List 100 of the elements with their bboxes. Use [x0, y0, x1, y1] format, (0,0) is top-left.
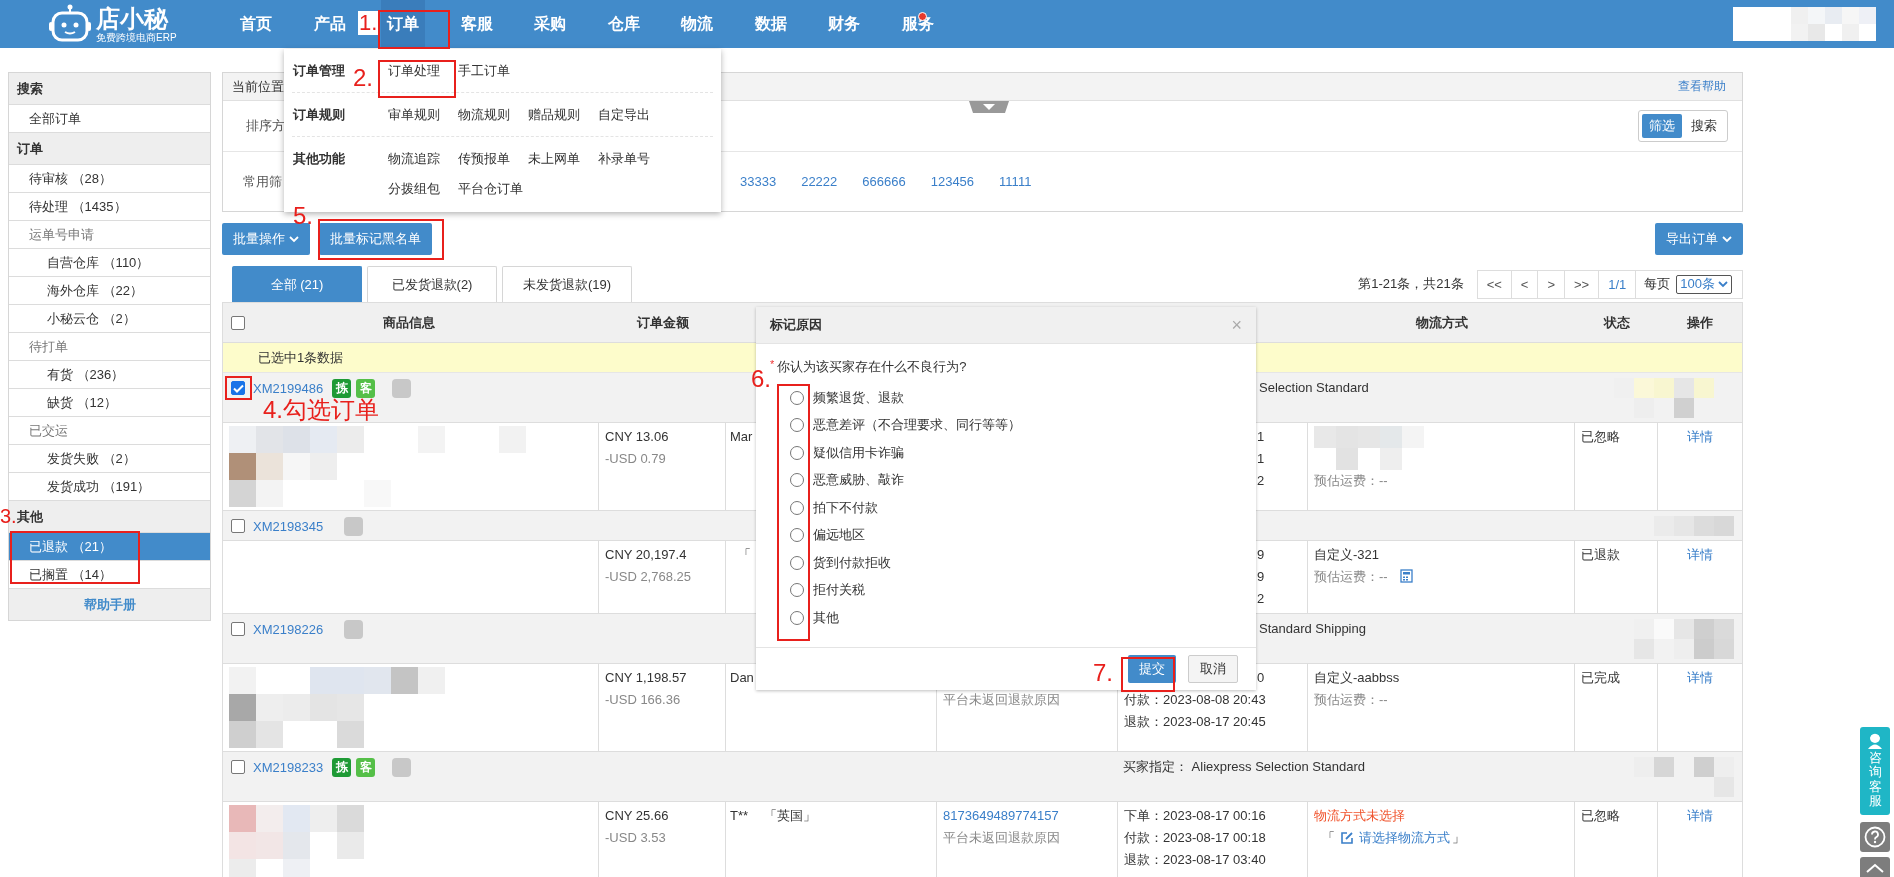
menu-item[interactable]: 分拨组包	[388, 180, 440, 198]
help-link[interactable]: 查看帮助	[1678, 78, 1726, 95]
order-time: 9	[1257, 568, 1266, 586]
refund-amount: -USD 3.53	[605, 829, 667, 847]
page-button[interactable]: >>	[1565, 270, 1600, 298]
sidebar-item[interactable]: 海外仓库 （22）	[9, 277, 210, 305]
consult-label: 咨询客服	[1868, 751, 1882, 809]
logo-tagline: 免费跨境电商ERP	[96, 31, 177, 43]
details-link[interactable]: 详情	[1664, 426, 1736, 448]
select-shipping-link[interactable]: 请选择物流方式	[1359, 827, 1450, 849]
help-link[interactable]: 帮助手册	[9, 589, 210, 620]
order-time: 1	[1257, 428, 1266, 446]
menu-item[interactable]: 赠品规则	[528, 106, 580, 124]
logo-name: 店小秘	[96, 5, 170, 32]
step-label: 3.	[0, 504, 17, 529]
details-link[interactable]: 详情	[1664, 805, 1736, 827]
batch-button[interactable]: 批量操作	[222, 223, 310, 255]
help-button[interactable]	[1860, 822, 1890, 852]
sidebar-item[interactable]: 待打单	[9, 333, 210, 361]
filter-link[interactable]: 666666	[862, 174, 906, 189]
menu-item[interactable]: 自定导出	[598, 106, 650, 124]
menu-item[interactable]: 物流追踪	[388, 150, 440, 168]
menu-item[interactable]: 审单规则	[388, 106, 440, 124]
sidebar-item[interactable]: 待处理 （1435）	[9, 193, 210, 221]
nav-item[interactable]: 数据	[748, 0, 793, 48]
sidebar-item[interactable]: 小秘云仓 （2）	[9, 305, 210, 333]
column-header: 状态	[1603, 313, 1630, 332]
order-badge: 客	[356, 757, 376, 777]
option-label: 货到付款拒收	[813, 553, 891, 572]
filter-link[interactable]: 11111	[999, 174, 1032, 189]
order-link[interactable]: XM2198233	[253, 759, 324, 775]
nav-item[interactable]: 仓库	[601, 0, 646, 48]
sidebar-item[interactable]: 有货 （236）	[9, 361, 210, 389]
buyer-name: T**	[730, 808, 749, 823]
filter-link[interactable]: 22222	[801, 174, 838, 189]
checkbox[interactable]	[231, 519, 245, 533]
tab[interactable]: 未发货退款(19)	[502, 266, 632, 302]
sidebar-item[interactable]: 已退款 （21）	[9, 533, 210, 561]
sidebar-item[interactable]: 已交运	[9, 417, 210, 445]
shipping-fee: 预估运费：--	[1314, 473, 1388, 488]
per-page-select[interactable]: 100条	[1676, 274, 1732, 294]
sidebar-item[interactable]: 运单号申请	[9, 221, 210, 249]
menu-item[interactable]: 物流规则	[458, 106, 510, 124]
order-time: 2	[1257, 472, 1266, 490]
shipping-warning: 物流方式未选择	[1314, 807, 1406, 825]
order-link[interactable]: XM2198226	[253, 621, 324, 637]
nav-item[interactable]: 采购	[528, 0, 572, 48]
option-label: 恶意差评（不合理要求、同行等等）	[813, 416, 1021, 435]
order-badge: 客	[356, 378, 376, 398]
order-note: Selection Standard	[1259, 380, 1369, 395]
checkbox[interactable]	[231, 381, 245, 395]
blacklist-button[interactable]: 批量标记黑名单	[319, 223, 432, 255]
menu-item[interactable]: 订单处理	[388, 62, 440, 80]
filter-link[interactable]: 33333	[740, 174, 777, 189]
step-label: 4.勾选订单	[263, 397, 379, 423]
tab[interactable]: 全部 (21)	[232, 266, 362, 302]
checkbox[interactable]	[231, 760, 245, 774]
menu-item[interactable]: 手工订单	[458, 62, 510, 80]
tab[interactable]: 已发货退款(2)	[367, 266, 497, 302]
sidebar-item[interactable]: 待审核 （28）	[9, 165, 210, 193]
nav-item[interactable]: 产品	[307, 0, 352, 48]
menu-item[interactable]: 传预报单	[458, 150, 510, 168]
refund-amount: -USD 166.36	[605, 691, 682, 709]
mode-toggle-button[interactable]: 筛选	[1642, 114, 1682, 138]
menu-item[interactable]: 平台仓订单	[458, 180, 523, 198]
amount-text: CNY 1,198.57	[605, 669, 688, 687]
tracking-link[interactable]: 8173649489774157	[943, 805, 1111, 827]
nav-item[interactable]: 客服	[454, 0, 499, 48]
filter-link[interactable]: 123456	[930, 174, 975, 189]
page-button[interactable]: <<	[1477, 270, 1512, 298]
details-link[interactable]: 详情	[1664, 667, 1736, 689]
sidebar-item[interactable]: 发货失败 （2）	[9, 445, 210, 473]
details-link[interactable]: 详情	[1664, 544, 1736, 566]
cancel-button[interactable]: 取消	[1188, 655, 1238, 683]
robot-logo-icon	[48, 4, 92, 44]
menu-item[interactable]: 补录单号	[598, 150, 650, 168]
menu-item[interactable]: 未上网单	[528, 150, 580, 168]
checkbox[interactable]	[231, 622, 245, 636]
nav-item[interactable]: 财务	[822, 0, 866, 48]
mode-toggle-button[interactable]: 搜索	[1684, 114, 1724, 138]
order-link[interactable]: XM2198345	[253, 518, 324, 534]
order-time: 9	[1257, 546, 1266, 564]
consult-button[interactable]: 咨询客服	[1860, 727, 1890, 815]
bracket: 」	[1452, 829, 1465, 847]
page-button[interactable]: <	[1511, 270, 1539, 298]
checkbox[interactable]	[231, 315, 245, 330]
order-time: 2	[1257, 590, 1266, 608]
amount-text: CNY 20,197.4	[605, 546, 688, 564]
placeholder-icon	[344, 516, 364, 536]
sidebar-item[interactable]: 缺货 （12）	[9, 389, 210, 417]
amount-text: CNY 25.66	[605, 807, 670, 825]
nav-item[interactable]: 物流	[675, 0, 719, 48]
step-label: 7.	[1093, 660, 1113, 686]
sidebar-item[interactable]: 自营仓库 （110）	[9, 249, 210, 277]
column-header: 操作	[1687, 313, 1713, 332]
order-link[interactable]: XM2199486	[253, 380, 324, 396]
export-button[interactable]: 导出订单	[1655, 223, 1743, 255]
nav-item[interactable]: 首页	[234, 0, 278, 48]
page-button[interactable]: >	[1538, 270, 1566, 298]
nav-item[interactable]: 订单	[381, 0, 425, 48]
